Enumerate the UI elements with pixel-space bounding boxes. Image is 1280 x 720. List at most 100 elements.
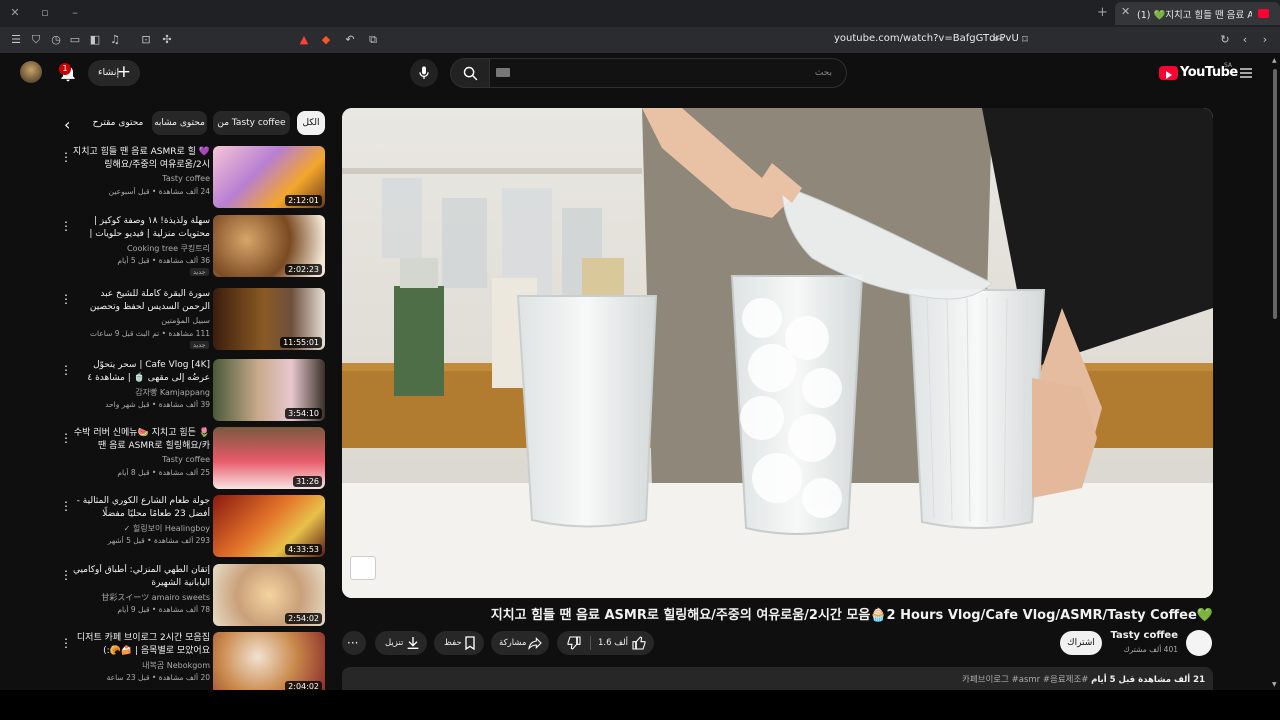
- video-thumbnail[interactable]: 2:04:02: [213, 632, 325, 690]
- video-thumbnail[interactable]: 2:54:02: [213, 564, 325, 626]
- search-input[interactable]: بحث: [489, 58, 847, 88]
- link-icon[interactable]: ⚯: [991, 32, 1007, 48]
- chevron-left-icon[interactable]: ‹: [64, 115, 70, 134]
- share-label: مشاركة: [499, 638, 527, 648]
- more-options-icon[interactable]: ⋮: [60, 568, 72, 582]
- list-item[interactable]: ⋮ 디저트 카페 브이로그 2시간 모음집 🥐🍰 | 음목별로 모았어요:) 내…: [60, 632, 330, 690]
- window-close-icon[interactable]: ✕: [5, 4, 25, 22]
- screenshot-icon[interactable]: ⊡: [138, 32, 154, 48]
- back-history-icon[interactable]: ↶: [342, 32, 358, 48]
- dislike-icon[interactable]: [566, 635, 582, 651]
- menu-icon[interactable]: ☰: [8, 32, 24, 48]
- list-item[interactable]: ⋮ جولة طعام الشارع الكوري المثالية - أفض…: [60, 495, 330, 559]
- video-duration: 2:02:23: [285, 264, 322, 275]
- like-count: 1.6 ألف: [598, 638, 628, 648]
- more-options-icon[interactable]: ⋮: [60, 499, 72, 513]
- like-divider: [590, 636, 591, 650]
- video-frame: [342, 108, 1213, 598]
- video-thumbnail[interactable]: 11:55:01: [213, 288, 325, 350]
- description-stats: 21 ألف مشاهدة قبل 5 أيام: [1091, 675, 1205, 685]
- download-icon: [407, 637, 419, 649]
- video-title: 💜 지치고 힘들 땐 음료 ASMR로 힐링해요/주중의 여유로움/2시: [72, 147, 210, 170]
- youtube-favicon-icon: [1258, 9, 1269, 18]
- youtube-logo[interactable]: YouTube: [1159, 64, 1238, 82]
- account-avatar[interactable]: [20, 61, 42, 83]
- new-tab-icon[interactable]: +: [1097, 5, 1108, 20]
- tabs-icon[interactable]: ▭: [67, 32, 83, 48]
- video-duration: 4:33:53: [285, 544, 322, 555]
- video-channel: 감자빵 Kamjappang: [135, 388, 210, 397]
- list-item[interactable]: ⋮ سهلة ولذيذة! ١٨ وصفة كوكيز | محتويات م…: [60, 215, 330, 279]
- tab-close-icon[interactable]: ✕: [1121, 5, 1130, 18]
- more-options-icon[interactable]: ⋮: [60, 363, 72, 377]
- channel-watermark[interactable]: [350, 556, 376, 580]
- more-options-icon[interactable]: ⋮: [60, 431, 72, 445]
- search-icon: [463, 66, 478, 81]
- new-badge: جديد: [190, 268, 209, 276]
- more-options-icon[interactable]: ⋮: [60, 219, 72, 233]
- scroll-up-icon[interactable]: ▲: [1272, 57, 1277, 64]
- more-options-icon[interactable]: ⋮: [60, 150, 72, 164]
- description-box[interactable]: 21 ألف مشاهدة قبل 5 أيام #카페브이로그 #asmr #…: [342, 667, 1213, 691]
- chip-suggested[interactable]: محتوى مقترح: [92, 111, 144, 135]
- more-options-icon[interactable]: ⋮: [60, 292, 72, 306]
- brave-rewards-icon[interactable]: ▲: [296, 32, 312, 48]
- video-meta: 36 ألف مشاهدة • قبل 5 أيام: [117, 256, 210, 265]
- video-thumbnail[interactable]: 31:26: [213, 427, 325, 489]
- notifications-count-badge: 1: [59, 63, 71, 75]
- save-button[interactable]: حفظ: [434, 631, 484, 655]
- download-button[interactable]: تنزيل: [375, 631, 427, 655]
- window-minimize-icon[interactable]: –: [65, 4, 85, 22]
- page-scrollbar[interactable]: ▲ ▼: [1270, 53, 1280, 690]
- scroll-thumb[interactable]: [1273, 69, 1277, 319]
- youtube-play-logo-icon: [1159, 66, 1178, 80]
- channel-avatar[interactable]: [1186, 630, 1212, 656]
- video-duration: 3:54:10: [285, 408, 322, 419]
- back-icon[interactable]: ‹: [1237, 32, 1253, 48]
- history-icon[interactable]: ◷: [48, 32, 64, 48]
- list-item[interactable]: ⋮ سورة البقرة كاملة للشيخ عبد الرحمن الس…: [60, 288, 330, 352]
- video-title: سهلة ولذيذة! ١٨ وصفة كوكيز | محتويات منز…: [89, 216, 210, 239]
- list-item[interactable]: ⋮ إتقان الطهي المنزلي: أطباق أوكاميي الي…: [60, 564, 330, 628]
- chip-all[interactable]: الكل: [297, 111, 325, 135]
- search-button[interactable]: [450, 58, 490, 88]
- forward-icon[interactable]: ›: [1257, 32, 1273, 48]
- video-meta: 111 مشاهدة • تم البث قبل 9 ساعات: [89, 329, 210, 338]
- brave-shield-icon[interactable]: ◆: [318, 32, 334, 48]
- scroll-down-icon[interactable]: ▼: [1272, 681, 1277, 688]
- bookmark-icon[interactable]: ⌑: [1017, 32, 1033, 48]
- subscribe-button[interactable]: اشتراك: [1060, 631, 1102, 655]
- share-button[interactable]: مشاركة: [491, 631, 549, 655]
- voice-search-button[interactable]: [410, 59, 438, 87]
- window-maximize-icon[interactable]: ▫: [35, 4, 55, 22]
- video-player[interactable]: [342, 108, 1213, 598]
- description-hashtags[interactable]: #카페브이로그 #asmr #음료제조: [962, 675, 1088, 685]
- keyboard-icon[interactable]: [496, 68, 510, 77]
- shield-icon[interactable]: ⛉: [28, 32, 44, 48]
- list-item[interactable]: ⋮ [4K] Cafe Vlog | سحر يتحوّل عرضُه إلى …: [60, 359, 330, 423]
- browser-tab[interactable]: ✕ (1) 💚지치고 힘들 땐 음료 ASMR로 힐링해요: [1115, 2, 1280, 25]
- more-actions-button[interactable]: ···: [342, 631, 366, 655]
- sidebar-icon[interactable]: ◧: [87, 32, 103, 48]
- video-channel: Cooking tree 쿠킹트리: [127, 244, 210, 253]
- more-options-icon[interactable]: ⋮: [60, 636, 72, 650]
- reader-mode-icon[interactable]: ⧉: [365, 32, 381, 48]
- related-filter-chips: ‹ محتوى مقترح محتوى مشابه من Tasty coffe…: [60, 111, 330, 137]
- guide-menu-icon[interactable]: [1238, 65, 1254, 81]
- video-meta: 24 ألف مشاهدة • قبل أسبوعين: [108, 187, 210, 196]
- create-button[interactable]: + إنشاء: [88, 60, 140, 86]
- list-item[interactable]: ⋮ 🌷 수박 러버 신메뉴🍉 지치고 힘든 땐 음료 ASMR로 힐링해요/카 …: [60, 427, 330, 491]
- reload-icon[interactable]: ↻: [1217, 32, 1233, 48]
- video-thumbnail[interactable]: 2:02:23: [213, 215, 325, 277]
- video-meta: 78 ألف مشاهدة • قبل 9 أيام: [117, 605, 210, 614]
- video-thumbnail[interactable]: 3:54:10: [213, 359, 325, 421]
- chip-from-channel[interactable]: من Tasty coffee: [213, 111, 290, 135]
- video-title-main: 💚지치고 힘들 땐 음료 ASMR로 힐링해요/주중의 여유로움/2시간 모음🧁…: [490, 608, 1213, 623]
- chip-related[interactable]: محتوى مشابه: [152, 111, 207, 135]
- like-icon[interactable]: [631, 635, 647, 651]
- music-icon[interactable]: ♫: [107, 32, 123, 48]
- list-item[interactable]: ⋮ 💜 지치고 힘들 땐 음료 ASMR로 힐링해요/주중의 여유로움/2시 T…: [60, 146, 330, 210]
- video-thumbnail[interactable]: 2:12:01: [213, 146, 325, 208]
- video-thumbnail[interactable]: 4:33:53: [213, 495, 325, 557]
- extensions-icon[interactable]: ✣: [159, 32, 175, 48]
